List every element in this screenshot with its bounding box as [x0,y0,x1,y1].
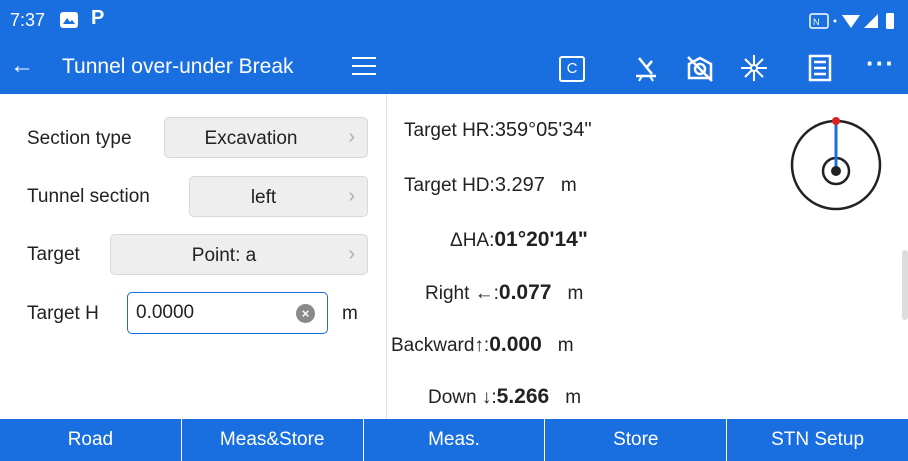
signal-icon [864,14,878,28]
down-unit: m [565,387,582,408]
right-label: Right ←: [425,283,499,304]
section-type-label: Section type [27,128,132,149]
tunnel-section-value: left [250,187,277,208]
right-readout: Right ←:0.077 m [425,281,583,305]
target-hd-readout: Target HD:3.297 m [404,174,577,197]
wifi-icon [842,15,860,28]
gallery-icon [60,12,78,28]
target-value: Point: a [191,245,257,266]
store-button[interactable]: Store [545,419,728,461]
tunnel-section-label: Tunnel section [27,186,150,207]
backward-label: Backward↑: [391,335,490,356]
target-h-field[interactable]: × [127,292,328,334]
section-type-select[interactable]: Excavation › [164,117,368,158]
chevron-right-icon: › [348,126,355,148]
section-type-value: Excavation [204,128,298,149]
battery-icon [886,13,894,29]
scrollbar[interactable] [902,250,908,320]
target-off-icon[interactable] [684,52,716,84]
status-bar: 7:37 P N [0,0,908,40]
clear-icon[interactable]: × [296,304,315,323]
down-label: Down ↓: [428,387,497,408]
app-bar: ← Tunnel over-under Break C ··· [0,40,908,94]
target-h-input[interactable] [136,301,286,325]
status-time: 7:37 [10,10,46,30]
down-readout: Down ↓:5.266 m [428,385,581,409]
meas-store-button[interactable]: Meas&Store [182,419,364,461]
prism-pole-icon[interactable] [630,52,662,84]
direction-compass [790,117,882,211]
backward-unit: m [557,335,574,356]
target-hd-label: Target HD: [404,175,495,196]
chevron-right-icon: › [348,243,355,265]
target-hd-unit: m [560,175,577,196]
target-h-unit: m [342,303,358,324]
down-value: 5.266 [496,385,550,408]
bottom-action-bar: Road Meas&Store Meas. Store STN Setup [0,419,908,461]
target-select[interactable]: Point: a › [110,234,368,275]
list-icon[interactable] [804,52,836,84]
delta-ha-readout: ΔHA:01°20'14" [450,228,588,252]
right-value: 0.077 [498,281,552,304]
backward-value: 0.000 [489,333,542,356]
target-hr-readout: Target HR:359°05'34" [404,119,592,142]
menu-icon[interactable] [352,57,376,77]
page-title: Tunnel over-under Break [62,55,294,78]
back-arrow-icon[interactable]: ← [10,52,34,80]
chevron-right-icon: › [348,185,355,207]
more-icon[interactable]: ··· [866,48,895,79]
panel-divider [386,94,387,419]
svg-text:N: N [813,17,820,27]
status-right-icons: N [809,13,894,29]
compass-north-marker [832,117,840,125]
delta-ha-label: ΔHA: [450,230,495,251]
c-button[interactable]: C [559,56,585,82]
target-hr-value: 359°05'34" [494,119,592,141]
stn-setup-button[interactable]: STN Setup [727,419,908,461]
compass-center [831,166,841,176]
target-h-label: Target H [27,303,99,324]
target-label: Target [27,244,80,265]
target-hr-label: Target HR: [404,120,495,141]
backward-readout: Backward↑:0.000 m [391,333,574,357]
tunnel-section-select[interactable]: left › [189,176,368,217]
laser-icon[interactable] [738,52,770,84]
delta-ha-value: 01°20'14" [494,228,588,251]
road-button[interactable]: Road [0,419,182,461]
parking-icon: P [91,7,105,29]
right-unit: m [567,283,584,304]
target-hd-value: 3.297 [494,174,545,196]
meas-button[interactable]: Meas. [364,419,546,461]
